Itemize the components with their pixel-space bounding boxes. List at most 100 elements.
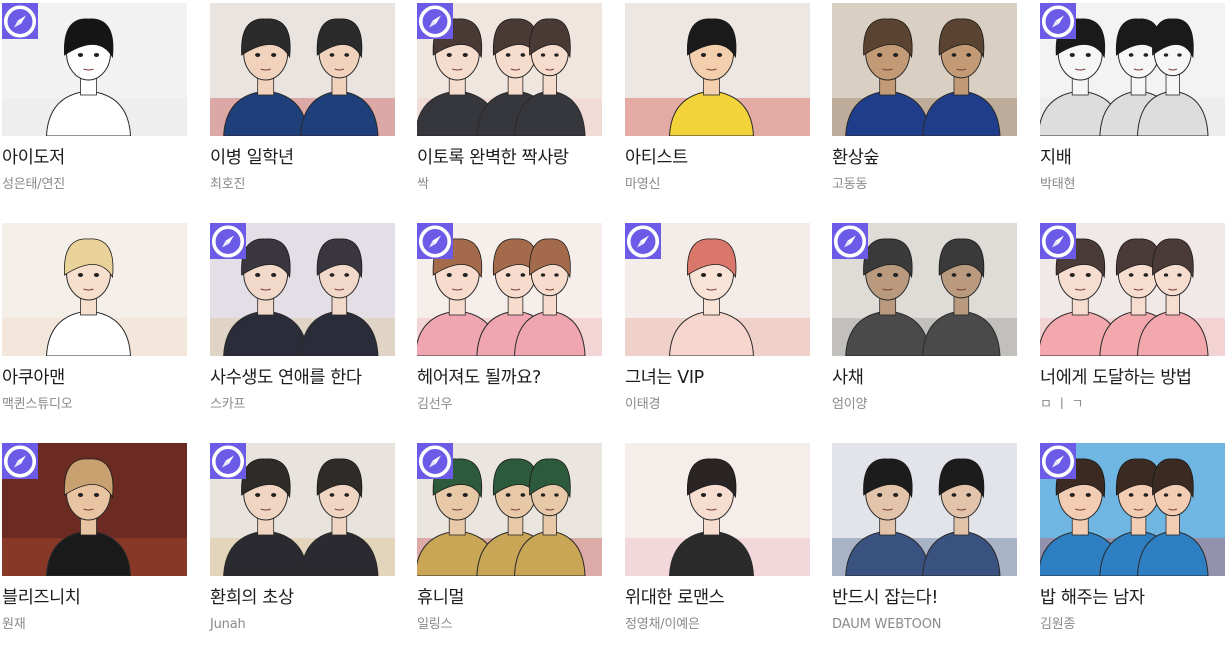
webtoon-author: 박태현 — [1040, 177, 1076, 192]
webtoon-title[interactable]: 헤어져도 될까요? — [417, 366, 613, 390]
webtoon-thumbnail[interactable] — [832, 3, 1017, 136]
webtoon-thumbnail[interactable] — [2, 3, 187, 136]
webtoon-title[interactable]: 반드시 잡는다! — [832, 586, 1028, 610]
webtoon-thumbnail[interactable] — [417, 223, 602, 356]
webtoon-title[interactable]: 사수생도 연애를 한다 — [210, 366, 406, 390]
webtoon-author: 원재 — [2, 617, 26, 632]
webtoon-author: 싹 — [417, 177, 429, 192]
compass-icon — [3, 444, 37, 478]
webtoon-title[interactable]: 아이도저 — [2, 146, 198, 170]
webtoon-title[interactable]: 이토록 완벽한 짝사랑 — [417, 146, 613, 170]
webtoon-author: 일링스 — [417, 617, 453, 632]
webtoon-thumbnail[interactable] — [1040, 223, 1225, 356]
webtoon-title[interactable]: 지배 — [1040, 146, 1227, 170]
webtoon-card[interactable]: 이병 일학년 최호진 — [208, 0, 398, 220]
webtoon-thumbnail[interactable] — [210, 443, 395, 576]
thumbnail-illustration — [625, 3, 810, 136]
webtoon-thumbnail[interactable] — [1040, 3, 1225, 136]
compass-badge — [1040, 443, 1076, 479]
webtoon-thumbnail[interactable] — [1040, 443, 1225, 576]
webtoon-author: 이태경 — [625, 397, 661, 412]
webtoon-author: Junah — [210, 617, 246, 632]
compass-badge — [1040, 223, 1076, 259]
webtoon-thumbnail[interactable] — [625, 443, 810, 576]
compass-badge — [625, 223, 661, 259]
webtoon-title[interactable]: 너에게 도달하는 방법 — [1040, 366, 1227, 390]
webtoon-thumbnail[interactable] — [417, 3, 602, 136]
webtoon-title[interactable]: 아쿠아맨 — [2, 366, 198, 390]
webtoon-card[interactable]: 환상숲 고동동 — [830, 0, 1020, 220]
thumbnail-illustration — [2, 223, 187, 356]
webtoon-thumbnail[interactable] — [417, 443, 602, 576]
compass-icon — [833, 224, 867, 258]
webtoon-card[interactable]: 휴니멀 일링스 — [415, 440, 605, 660]
thumbnail-illustration — [832, 443, 1017, 576]
compass-badge — [417, 3, 453, 39]
webtoon-card[interactable]: 아쿠아맨 맥퀸스튜디오 — [0, 220, 190, 440]
compass-icon — [418, 444, 452, 478]
webtoon-grid: 아이도저 성은태/연진 이병 일학년 최호진 이토록 완벽한 짝사랑 싹 아티스트 마영신 환상… — [0, 0, 1227, 641]
webtoon-title[interactable]: 블리즈니치 — [2, 586, 198, 610]
webtoon-title[interactable]: 밥 해주는 남자 — [1040, 586, 1227, 610]
webtoon-author: DAUM WEBTOON — [832, 617, 942, 632]
webtoon-card[interactable]: 위대한 로맨스 정영채/이예은 — [623, 440, 813, 660]
compass-badge — [832, 223, 868, 259]
webtoon-card[interactable]: 아이도저 성은태/연진 — [0, 0, 190, 220]
webtoon-title[interactable]: 환상숲 — [832, 146, 1028, 170]
webtoon-card[interactable]: 사채 엄이양 — [830, 220, 1020, 440]
webtoon-author: 김선우 — [417, 397, 453, 412]
webtoon-title[interactable]: 환희의 초상 — [210, 586, 406, 610]
compass-icon — [3, 4, 37, 38]
webtoon-thumbnail[interactable] — [832, 223, 1017, 356]
webtoon-title[interactable]: 위대한 로맨스 — [625, 586, 821, 610]
webtoon-card[interactable]: 반드시 잡는다! DAUM WEBTOON — [830, 440, 1020, 660]
compass-badge — [210, 443, 246, 479]
webtoon-card[interactable]: 이토록 완벽한 짝사랑 싹 — [415, 0, 605, 220]
compass-icon — [418, 4, 452, 38]
compass-badge — [417, 223, 453, 259]
webtoon-author: 마영신 — [625, 177, 661, 192]
compass-icon — [1041, 4, 1075, 38]
compass-icon — [626, 224, 660, 258]
webtoon-card[interactable]: 환희의 초상 Junah — [208, 440, 398, 660]
webtoon-thumbnail[interactable] — [625, 3, 810, 136]
compass-icon — [418, 224, 452, 258]
webtoon-card[interactable]: 그녀는 VIP 이태경 — [623, 220, 813, 440]
webtoon-title[interactable]: 아티스트 — [625, 146, 821, 170]
thumbnail-illustration — [210, 3, 395, 136]
webtoon-card[interactable]: 아티스트 마영신 — [623, 0, 813, 220]
webtoon-author: 맥퀸스튜디오 — [2, 397, 73, 412]
webtoon-author: 최호진 — [210, 177, 246, 192]
thumbnail-illustration — [832, 3, 1017, 136]
webtoon-thumbnail[interactable] — [625, 223, 810, 356]
webtoon-author: 정영채/이예은 — [625, 617, 700, 632]
compass-icon — [211, 444, 245, 478]
compass-badge — [2, 443, 38, 479]
webtoon-author: 엄이양 — [832, 397, 868, 412]
compass-icon — [211, 224, 245, 258]
webtoon-thumbnail[interactable] — [832, 443, 1017, 576]
compass-badge — [417, 443, 453, 479]
webtoon-author: 김원종 — [1040, 617, 1076, 632]
webtoon-title[interactable]: 그녀는 VIP — [625, 366, 821, 390]
webtoon-thumbnail[interactable] — [210, 223, 395, 356]
webtoon-thumbnail[interactable] — [2, 223, 187, 356]
webtoon-author: 스카프 — [210, 397, 246, 412]
webtoon-card[interactable]: 사수생도 연애를 한다 스카프 — [208, 220, 398, 440]
webtoon-title[interactable]: 이병 일학년 — [210, 146, 406, 170]
compass-badge — [210, 223, 246, 259]
webtoon-author: ㅁ ㅣ ㄱ — [1040, 397, 1084, 412]
webtoon-title[interactable]: 사채 — [832, 366, 1028, 390]
webtoon-title[interactable]: 휴니멀 — [417, 586, 613, 610]
webtoon-thumbnail[interactable] — [2, 443, 187, 576]
webtoon-card[interactable]: 밥 해주는 남자김원종 — [1038, 440, 1227, 660]
webtoon-card[interactable]: 너에게 도달하는 방법 ㅁ ㅣ ㄱ — [1038, 220, 1227, 440]
webtoon-thumbnail[interactable] — [210, 3, 395, 136]
compass-badge — [1040, 3, 1076, 39]
compass-icon — [1041, 224, 1075, 258]
webtoon-card[interactable]: 블리즈니치 원재 — [0, 440, 190, 660]
compass-icon — [1041, 444, 1075, 478]
webtoon-card[interactable]: 헤어져도 될까요? 김선우 — [415, 220, 605, 440]
webtoon-card[interactable]: 지배박태현 — [1038, 0, 1227, 220]
compass-badge — [2, 3, 38, 39]
